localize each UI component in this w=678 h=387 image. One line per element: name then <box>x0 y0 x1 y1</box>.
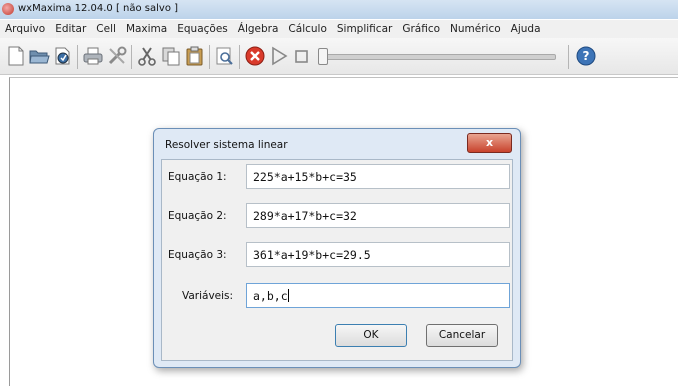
save-icon[interactable] <box>52 45 74 67</box>
menu-simplificar[interactable]: Simplificar <box>332 20 397 38</box>
text-caret <box>287 289 289 302</box>
cancel-button[interactable]: Cancelar <box>426 324 498 347</box>
close-icon[interactable]: x <box>467 133 512 153</box>
cut-icon[interactable] <box>136 45 158 67</box>
print-icon[interactable] <box>82 45 104 67</box>
preferences-icon[interactable] <box>106 45 128 67</box>
linear-system-dialog: Resolver sistema linear x Equação 1: 225… <box>153 128 521 368</box>
menu-grafico[interactable]: Gráfico <box>397 20 445 38</box>
equation-3-label: Equação 3: <box>168 249 227 261</box>
window-titlebar: wxMaxima 12.04.0 [ não salvo ] <box>0 0 678 19</box>
variables-value: a,b,c <box>253 289 288 303</box>
paste-icon[interactable] <box>184 45 206 67</box>
menu-algebra[interactable]: Álgebra <box>233 20 284 38</box>
equation-3-field[interactable]: 361*a+19*b+c=29.5 <box>246 242 510 267</box>
toolbar-separator <box>131 45 132 69</box>
variables-field[interactable]: a,b,c <box>246 283 510 308</box>
menu-editar[interactable]: Editar <box>50 20 91 38</box>
menu-equacoes[interactable]: Equações <box>172 20 233 38</box>
menu-cell[interactable]: Cell <box>91 20 121 38</box>
toolbar-separator <box>209 45 210 69</box>
dialog-body: Equação 1: 225*a+15*b+c=35 Equação 2: 28… <box>161 159 513 361</box>
play-icon[interactable] <box>268 45 290 67</box>
find-icon[interactable] <box>214 45 236 67</box>
svg-text:?: ? <box>583 49 590 63</box>
toolbar-separator <box>239 45 240 69</box>
help-icon[interactable]: ? <box>575 45 597 67</box>
new-file-icon[interactable] <box>5 45 27 67</box>
equation-1-label: Equação 1: <box>168 171 227 183</box>
slider-thumb[interactable] <box>318 48 328 65</box>
variables-label: Variáveis: <box>182 290 234 302</box>
toolbar-separator <box>568 45 569 69</box>
menu-ajuda[interactable]: Ajuda <box>506 20 546 38</box>
menu-maxima[interactable]: Maxima <box>121 20 172 38</box>
menu-arquivo[interactable]: Arquivo <box>0 20 50 38</box>
stop-icon[interactable] <box>291 45 313 67</box>
menubar: Arquivo Editar Cell Maxima Equações Álgebra Cá… <box>0 20 678 38</box>
equation-1-field[interactable]: 225*a+15*b+c=35 <box>246 164 510 189</box>
equation-2-label: Equação 2: <box>168 210 227 222</box>
equation-2-field[interactable]: 289*a+17*b+c=32 <box>246 203 510 228</box>
ok-button[interactable]: OK <box>335 324 407 347</box>
toolbar-separator <box>77 45 78 69</box>
slider-track <box>318 54 556 60</box>
wxmaxima-app-icon <box>2 3 14 15</box>
copy-icon[interactable] <box>160 45 182 67</box>
toolbar: ? <box>0 38 678 75</box>
window-title: wxMaxima 12.04.0 [ não salvo ] <box>18 3 179 14</box>
menu-numerico[interactable]: Numérico <box>445 20 506 38</box>
animation-slider[interactable] <box>318 48 556 65</box>
open-folder-icon[interactable] <box>28 45 50 67</box>
interrupt-icon[interactable] <box>244 45 266 67</box>
menu-calculo[interactable]: Cálculo <box>283 20 331 38</box>
dialog-title: Resolver sistema linear <box>165 139 288 151</box>
